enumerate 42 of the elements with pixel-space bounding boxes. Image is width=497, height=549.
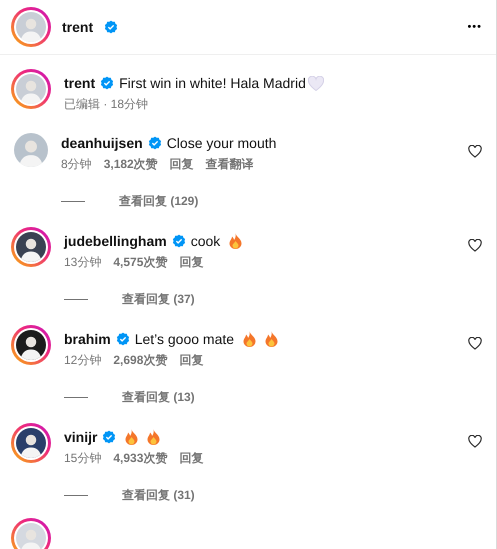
comment-time: 15分钟 [64, 450, 102, 467]
more-options-button[interactable]: ••• [467, 21, 482, 33]
comment-time: 12分钟 [64, 352, 102, 369]
view-replies-button[interactable]: 查看回复 (37) [122, 291, 195, 308]
comment-text: Close your mouth [166, 135, 276, 151]
comment-time: 8分钟 [61, 156, 92, 173]
username[interactable]: trent [62, 19, 94, 35]
likes-count[interactable]: 2,698次赞 [113, 352, 168, 369]
likes-count[interactable]: 4,575次赞 [113, 254, 168, 271]
comment-text: cook [190, 233, 220, 249]
story-ring[interactable] [11, 227, 51, 267]
view-replies-button[interactable]: 查看回复 (129) [119, 193, 198, 210]
view-replies-button[interactable]: 查看回复 (13) [122, 389, 195, 406]
like-button[interactable] [468, 145, 482, 159]
edited-time: 已编辑 · 18分钟 [64, 96, 148, 113]
reply-link[interactable]: 回复 [179, 254, 204, 271]
username[interactable]: trent [64, 75, 96, 91]
username[interactable]: judebellingham [64, 233, 167, 249]
heart-emoji-icon [308, 76, 324, 90]
username[interactable]: deanhuijsen [61, 135, 143, 151]
fire-icon [125, 429, 138, 445]
story-ring[interactable] [11, 423, 51, 463]
likes-count[interactable]: 3,182次赞 [104, 156, 158, 173]
like-button[interactable] [468, 239, 482, 253]
comment-time: 13分钟 [64, 254, 102, 271]
comment-text: Let’s gooo mate [134, 331, 234, 347]
username[interactable]: brahim [64, 331, 111, 347]
story-ring[interactable] [11, 325, 51, 365]
like-button[interactable] [468, 337, 482, 351]
reply-link[interactable]: 回复 [170, 156, 194, 173]
reply-link[interactable]: 回复 [179, 450, 204, 467]
translate-link[interactable]: 查看翻译 [206, 156, 254, 173]
fire-icon [229, 233, 242, 249]
view-replies-button[interactable]: 查看回复 (31) [122, 487, 195, 504]
caption-text: First win in white! Hala Madrid [119, 75, 306, 91]
username[interactable]: vinijr [64, 429, 98, 445]
fire-icon [147, 429, 160, 445]
likes-count[interactable]: 4,933次赞 [113, 450, 168, 467]
reply-link[interactable]: 回复 [179, 352, 204, 369]
like-button[interactable] [468, 435, 482, 449]
fire-icon [265, 331, 278, 347]
fire-icon [243, 331, 256, 347]
